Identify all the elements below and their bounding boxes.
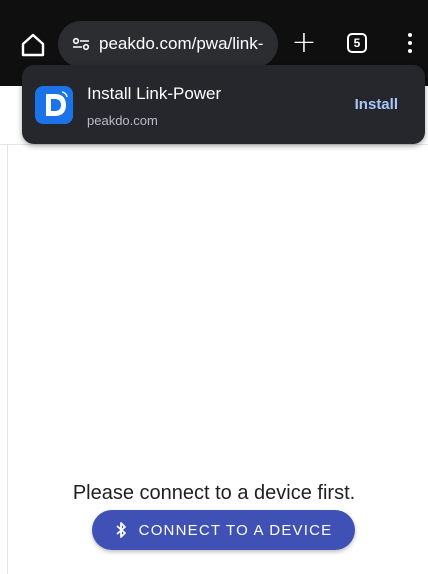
tab-switcher-icon[interactable]: 5 [347, 33, 367, 53]
more-vert-icon[interactable] [405, 33, 415, 55]
plus-icon[interactable]: + [291, 28, 317, 58]
install-banner[interactable]: Install Link-Power peakdo.com Install [22, 65, 425, 144]
url-text: peakdo.com/pwa/link- [99, 34, 264, 53]
address-bar[interactable]: peakdo.com/pwa/link- [58, 21, 278, 67]
bluetooth-icon [115, 521, 127, 539]
install-button[interactable]: Install [355, 96, 398, 113]
home-icon[interactable] [20, 32, 46, 58]
connect-message: Please connect to a device first. [72, 482, 356, 504]
page-divider [7, 144, 8, 574]
link-power-logo [35, 86, 73, 124]
tab-count: 5 [353, 36, 361, 50]
banner-app-name: Install Link-Power [87, 84, 222, 103]
tune-icon[interactable] [72, 37, 90, 51]
connect-device-button[interactable]: CONNECT TO A DEVICE [92, 510, 355, 550]
banner-domain: peakdo.com [87, 113, 158, 128]
connect-device-label: CONNECT TO A DEVICE [138, 521, 333, 539]
